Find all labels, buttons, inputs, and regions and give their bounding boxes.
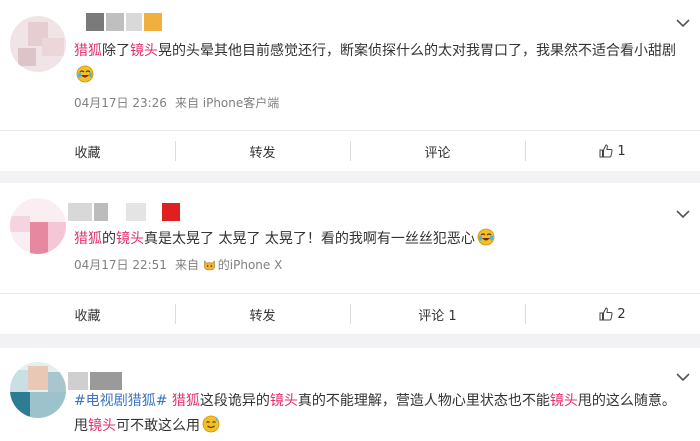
highlight-keyword[interactable]: 猎狐 <box>74 43 102 59</box>
highlight-keyword[interactable]: 镜头 <box>116 231 144 247</box>
comment-button[interactable]: 评论 <box>350 131 525 171</box>
collect-button[interactable]: 收藏 <box>0 294 175 334</box>
username[interactable] <box>86 13 164 31</box>
post-time[interactable]: 04月17日 22:51 <box>74 258 167 272</box>
post-card: #电视剧猎狐# 猎狐这段诡异的镜头真的不能理解，营造人物心里状态也不能镜头甩的这… <box>0 348 700 441</box>
comment-label: 评论 1 <box>418 308 457 324</box>
post-meta: 04月17日 23:26 来自 iPhone客户端 <box>74 95 279 111</box>
comment-label: 评论 <box>424 145 451 161</box>
avatar[interactable] <box>10 198 66 254</box>
action-bar: 收藏 转发 评论 1 2 <box>0 293 700 334</box>
post-content: 猎狐除了镜头晃的头晕其他目前感觉还行，断案侦探什么的太对我胃口了，我果然不适合看… <box>74 39 680 89</box>
highlight-keyword[interactable]: 镜头 <box>130 43 158 59</box>
sweat-smile-emoji <box>202 415 220 433</box>
forward-label: 转发 <box>249 308 276 324</box>
chevron-down-icon[interactable] <box>676 18 690 28</box>
post-text: 真是太晃了 太晃了 太晃了！看的我啊有一丝丝犯恶心 <box>144 231 475 247</box>
forward-button[interactable]: 转发 <box>175 294 350 334</box>
post-source-device: 的iPhone X <box>217 258 283 272</box>
like-count: 2 <box>617 306 626 322</box>
post-card: 猎狐的镜头真是太晃了 太晃了 太晃了！看的我啊有一丝丝犯恶心 04月17日 22… <box>0 183 700 334</box>
forward-button[interactable]: 转发 <box>175 131 350 171</box>
username[interactable] <box>68 203 182 221</box>
highlight-keyword[interactable]: 猎狐 <box>74 231 102 247</box>
post-text: 真的不能理解，营造人物心里状态也不能 <box>297 393 550 409</box>
highlight-keyword[interactable]: 镜头 <box>88 418 116 434</box>
post-text: 除了 <box>102 43 130 59</box>
laugh-cry-emoji <box>477 228 495 246</box>
post-source: 来自 iPhone客户端 <box>174 96 280 110</box>
chevron-down-icon[interactable] <box>676 209 690 219</box>
avatar[interactable] <box>10 16 66 72</box>
username[interactable] <box>68 372 124 390</box>
post-text: 的 <box>102 231 116 247</box>
like-button[interactable]: 1 <box>525 131 700 171</box>
cat-emoji-icon <box>203 260 215 271</box>
highlight-keyword[interactable]: 镜头 <box>270 393 298 409</box>
collect-label: 收藏 <box>74 308 101 324</box>
post-text: 可不敢这么用 <box>116 418 200 434</box>
action-bar: 收藏 转发 评论 1 <box>0 130 700 171</box>
thumbs-up-icon <box>599 144 613 158</box>
post-text: 晃的头晕其他目前感觉还行，断案侦探什么的太对我胃口了，我果然不适合看小甜剧 <box>158 43 676 59</box>
like-button[interactable]: 2 <box>525 294 700 334</box>
chevron-down-icon[interactable] <box>676 372 690 382</box>
thumbs-up-icon <box>599 307 613 321</box>
post-content: 猎狐的镜头真是太晃了 太晃了 太晃了！看的我啊有一丝丝犯恶心 <box>74 227 680 252</box>
post-meta: 04月17日 22:51 来自 的iPhone X <box>74 257 282 273</box>
hashtag-link[interactable]: #电视剧猎狐# <box>74 393 167 409</box>
highlight-keyword[interactable]: 猎狐 <box>172 393 200 409</box>
laugh-cry-emoji <box>76 65 94 83</box>
like-count: 1 <box>617 143 626 159</box>
collect-label: 收藏 <box>74 145 101 161</box>
post-time[interactable]: 04月17日 23:26 <box>74 96 167 110</box>
post-text: 这段诡异的 <box>199 393 270 409</box>
highlight-keyword[interactable]: 镜头 <box>550 393 578 409</box>
collect-button[interactable]: 收藏 <box>0 131 175 171</box>
post-card: 猎狐除了镜头晃的头晕其他目前感觉还行，断案侦探什么的太对我胃口了，我果然不适合看… <box>0 0 700 171</box>
avatar[interactable] <box>10 362 66 418</box>
comment-button[interactable]: 评论 1 <box>350 294 525 334</box>
post-content: #电视剧猎狐# 猎狐这段诡异的镜头真的不能理解，营造人物心里状态也不能镜头甩的这… <box>74 389 680 439</box>
forward-label: 转发 <box>249 145 276 161</box>
post-source-prefix: 来自 <box>174 258 199 272</box>
